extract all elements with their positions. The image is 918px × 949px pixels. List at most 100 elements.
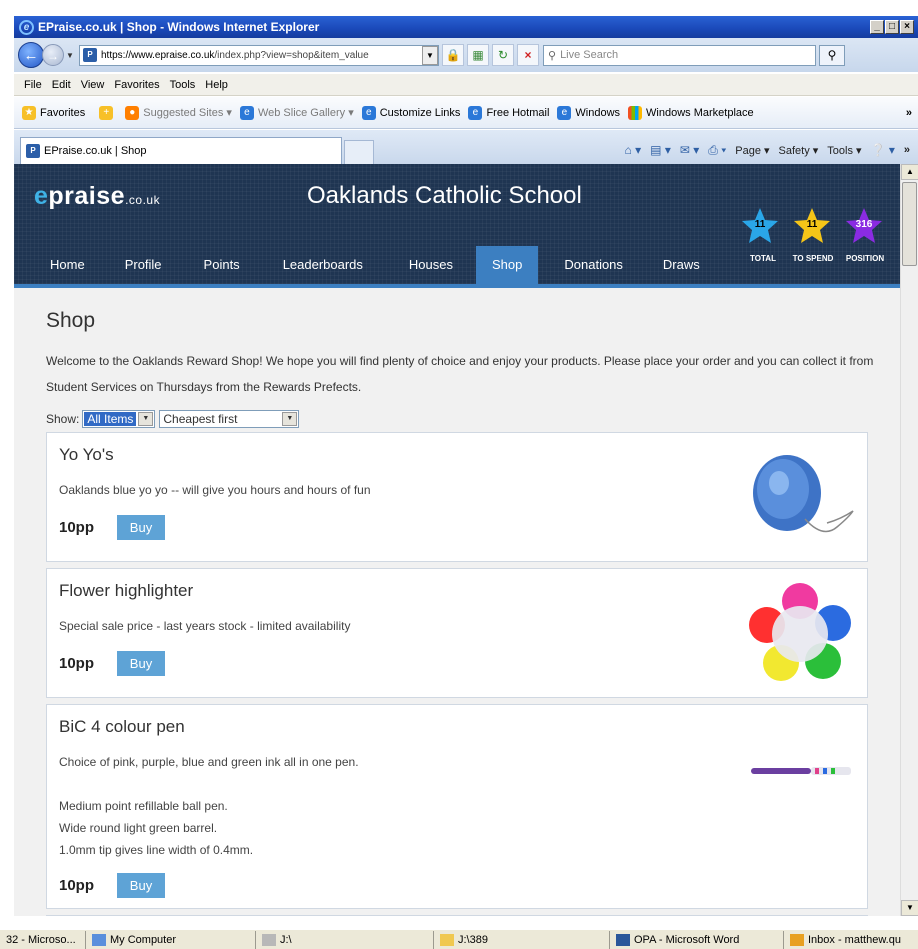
welcome-text: Welcome to the Oaklands Reward Shop! We …	[46, 354, 874, 394]
scroll-down-icon[interactable]: ▼	[901, 900, 918, 916]
ie-page-icon: e	[468, 105, 483, 120]
menu-bar: File Edit View Favorites Tools Help	[14, 74, 918, 96]
tab-bar: P EPraise.co.uk | Shop ⌂ ▾ ▤ ▾ ✉ ▾ ⎙ ▾ P…	[14, 130, 918, 164]
safety-menu[interactable]: Safety ▾	[779, 144, 819, 157]
nav-profile[interactable]: Profile	[103, 246, 184, 288]
close-window-button[interactable]: ×	[900, 20, 914, 34]
print-icon[interactable]: ⎙ ▾	[708, 143, 726, 158]
buy-button[interactable]: Buy	[117, 873, 165, 898]
scrollbar-thumb[interactable]	[902, 182, 917, 266]
fav-suggested-sites[interactable]: ● Suggested Sites ▾	[125, 105, 232, 120]
product-description: Special sale price - last years stock - …	[59, 619, 351, 633]
forward-button[interactable]: →	[42, 44, 64, 66]
vertical-scrollbar[interactable]: ▲ ▼	[900, 164, 918, 916]
product-card-flower-highlighter: Flower highlighter Special sale price - …	[46, 568, 868, 698]
category-select-value: All Items	[84, 412, 137, 426]
add-favorites-button[interactable]: +	[99, 105, 117, 120]
address-text[interactable]: https://www.epraise.co.uk/index.php?view…	[101, 50, 420, 61]
chevron-down-icon[interactable]: ▼	[138, 412, 154, 426]
nav-donations[interactable]: Donations	[538, 246, 649, 288]
favorites-star-icon: ★	[22, 105, 36, 120]
address-bar[interactable]: P https://www.epraise.co.uk/index.php?vi…	[79, 44, 439, 66]
nav-leaderboards[interactable]: Leaderboards	[260, 246, 386, 288]
nav-shop[interactable]: Shop	[476, 246, 539, 288]
product-card-yoyo: Yo Yo's Oaklands blue yo yo -- will give…	[46, 432, 868, 562]
stop-icon[interactable]: ×	[517, 44, 539, 66]
compatibility-view-icon[interactable]: ▦	[467, 44, 489, 66]
windows-taskbar: 32 - Microso... My Computer J:\ J:\389 O…	[0, 929, 918, 949]
feeds-icon[interactable]: ▤ ▾	[650, 143, 671, 157]
nav-draws[interactable]: Draws	[649, 246, 714, 288]
refresh-icon[interactable]: ↻	[492, 44, 514, 66]
ie-page-icon: e	[361, 105, 376, 120]
product-price: 10pp	[59, 655, 95, 672]
stats-labels: TOTAL TO SPEND POSITION	[740, 254, 890, 263]
category-select[interactable]: All Items ▼	[82, 410, 156, 428]
nav-houses[interactable]: Houses	[386, 246, 476, 288]
minimize-button[interactable]: _	[870, 20, 884, 34]
fav-windows[interactable]: e Windows	[557, 105, 620, 120]
flower-highlighter-image	[745, 579, 855, 692]
menu-file[interactable]: File	[24, 79, 42, 91]
buy-button[interactable]: Buy	[117, 515, 165, 540]
menu-edit[interactable]: Edit	[52, 79, 71, 91]
help-icon[interactable]: ❔ ▾	[871, 143, 895, 157]
fav-windows-marketplace[interactable]: Windows Marketplace	[628, 105, 754, 120]
search-input[interactable]: ⚲ Live Search	[543, 44, 816, 66]
tools-menu[interactable]: Tools ▾	[827, 144, 861, 157]
product-description: Oaklands blue yo yo -- will give you hou…	[59, 483, 371, 497]
folder-icon	[440, 933, 454, 946]
maximize-button[interactable]: □	[885, 20, 899, 34]
menu-view[interactable]: View	[81, 79, 105, 91]
taskbar-item-j-drive[interactable]: J:\	[256, 930, 434, 949]
position-value: 316	[855, 219, 873, 230]
scroll-up-icon[interactable]: ▲	[901, 164, 918, 180]
favorites-bar: ★ Favorites + ● Suggested Sites ▾ e Web …	[14, 97, 918, 129]
add-favorite-icon: +	[99, 105, 114, 120]
new-tab-button[interactable]	[344, 140, 374, 164]
epraise-logo[interactable]: epraise.co.uk	[34, 182, 160, 211]
menu-favorites[interactable]: Favorites	[114, 79, 159, 91]
taskbar-item-word[interactable]: OPA - Microsoft Word	[610, 930, 784, 949]
to-spend-value: 11	[806, 219, 818, 230]
taskbar-item-microsoft[interactable]: 32 - Microso...	[0, 930, 86, 949]
fav-customize-links[interactable]: e Customize Links	[361, 105, 460, 120]
buy-button[interactable]: Buy	[117, 651, 165, 676]
ie-logo-icon: e	[19, 19, 34, 35]
outlook-icon	[790, 933, 804, 946]
page-title: Shop	[46, 309, 96, 332]
page-viewport: epraise.co.uk Oaklands Catholic School 1…	[14, 164, 900, 916]
ie-page-icon: e	[239, 105, 254, 120]
page-menu[interactable]: Page ▾	[735, 144, 769, 157]
overflow-chevron-icon[interactable]: »	[906, 107, 912, 119]
nav-home[interactable]: Home	[14, 246, 103, 288]
fav-web-slice-gallery[interactable]: e Web Slice Gallery ▾	[239, 105, 354, 120]
yoyo-image	[745, 449, 855, 544]
taskbar-item-j-389[interactable]: J:\389	[434, 930, 610, 949]
taskbar-item-my-computer[interactable]: My Computer	[86, 930, 256, 949]
fav-free-hotmail[interactable]: e Free Hotmail	[468, 105, 549, 120]
sort-select[interactable]: Cheapest first ▼	[159, 410, 300, 428]
site-header: epraise.co.uk Oaklands Catholic School 1…	[14, 164, 900, 288]
address-dropdown-button[interactable]: ▼	[422, 45, 438, 65]
window-titlebar[interactable]: e EPraise.co.uk | Shop - Windows Interne…	[14, 16, 918, 38]
overflow-chevron-icon[interactable]: »	[904, 144, 910, 156]
nav-points[interactable]: Points	[184, 246, 260, 288]
chevron-down-icon[interactable]: ▼	[282, 412, 298, 426]
site-nav: Home Profile Points Leaderboards Houses …	[14, 246, 714, 288]
search-button[interactable]: ⚲	[819, 44, 845, 66]
nav-underline	[14, 284, 900, 288]
history-dropdown-icon[interactable]: ▼	[64, 51, 76, 60]
back-button[interactable]: ←	[18, 42, 44, 68]
product-price: 10pp	[59, 877, 95, 894]
favorites-button[interactable]: ★ Favorites	[22, 105, 85, 120]
address-toolbar: ← → ▼ P https://www.epraise.co.uk/index.…	[14, 38, 918, 72]
lock-icon[interactable]: 🔒	[442, 44, 464, 66]
mail-icon[interactable]: ✉ ▾	[680, 143, 699, 157]
tab-epraise-shop[interactable]: P EPraise.co.uk | Shop	[20, 137, 342, 164]
menu-tools[interactable]: Tools	[170, 79, 196, 91]
home-icon[interactable]: ⌂ ▾	[625, 143, 642, 157]
menu-help[interactable]: Help	[205, 79, 228, 91]
ie-page-icon: e	[557, 105, 572, 120]
taskbar-item-outlook[interactable]: Inbox - matthew.qu	[784, 931, 918, 949]
